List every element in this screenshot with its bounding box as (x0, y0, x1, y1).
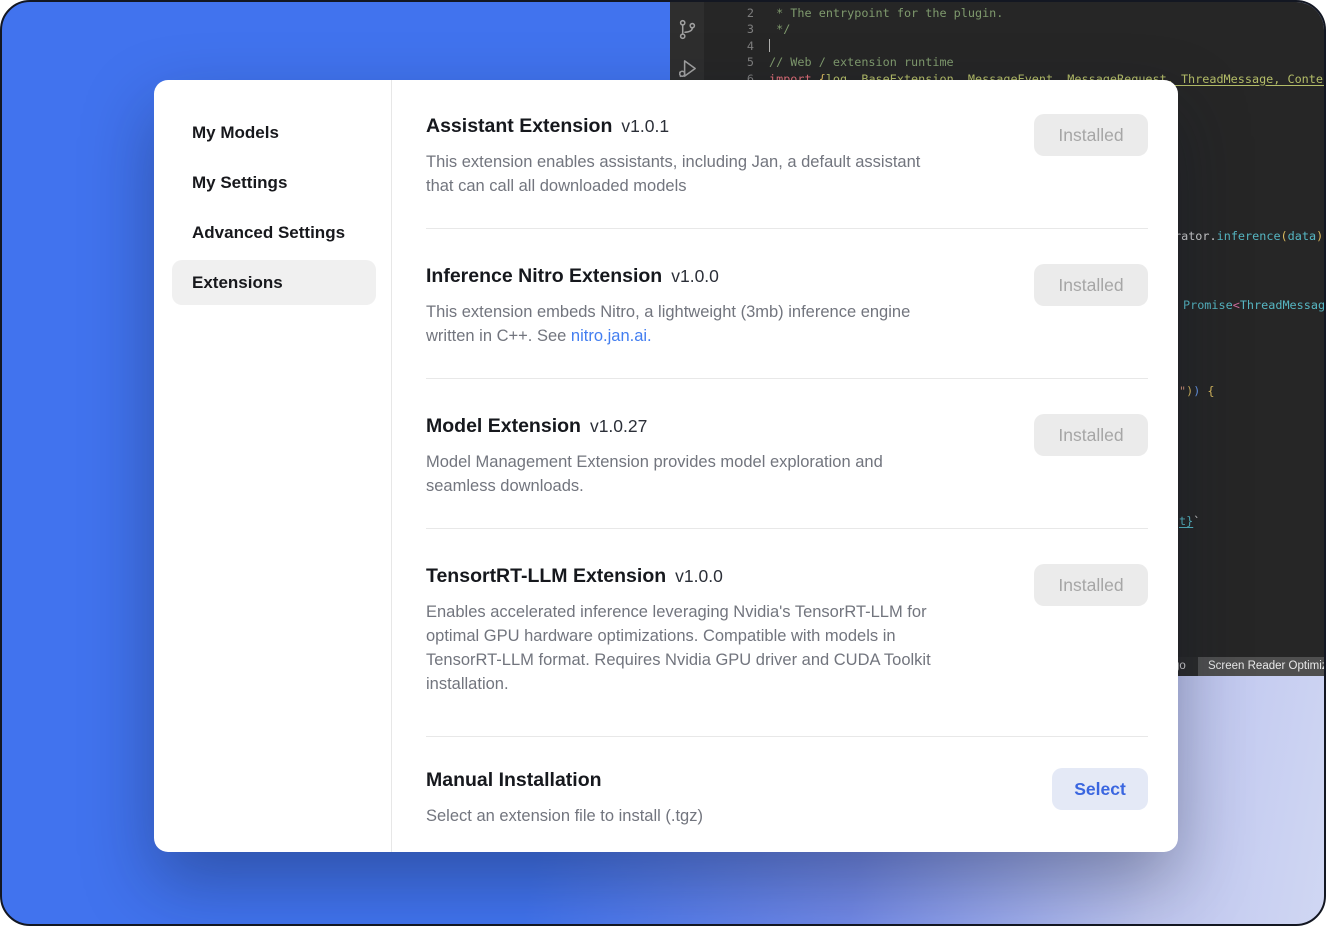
description-line: This extension embeds Nitro, a lightweig… (426, 300, 1011, 324)
code-fragment: Promise<ThreadMessage> (1183, 298, 1326, 312)
code-text: data (1288, 229, 1316, 243)
description-line: Model Management Extension provides mode… (426, 450, 1011, 474)
extension-description: Select an extension file to install (.tg… (426, 804, 1011, 828)
extension-description: This extension enables assistants, inclu… (426, 150, 1011, 198)
installed-button[interactable]: Installed (1034, 114, 1148, 156)
extension-title-line: Assistant Extension v1.0.1 (426, 113, 1011, 139)
description-line: This extension enables assistants, inclu… (426, 150, 1011, 174)
extension-name: TensortRT-LLM Extension (426, 563, 666, 589)
extension-version: v1.0.0 (671, 266, 719, 287)
extension-row-model: Model Extension v1.0.27 Model Management… (426, 379, 1148, 529)
description-line: TensorRT-LLM format. Requires Nvidia GPU… (426, 648, 1011, 672)
extension-title-line: Manual Installation (426, 767, 1011, 793)
extension-row-assistant: Assistant Extension v1.0.1 This extensio… (426, 80, 1148, 229)
code-comment: // Web / extension runtime (769, 54, 954, 70)
extension-info: Manual Installation Select an extension … (426, 767, 1011, 828)
extension-version: v1.0.0 (675, 566, 723, 587)
code-text: ` (1193, 514, 1200, 528)
extension-info: Inference Nitro Extension v1.0.0 This ex… (426, 263, 1011, 348)
sidebar-item-advanced-settings[interactable]: Advanced Settings (172, 210, 376, 255)
code-text: < (1233, 298, 1240, 312)
description-line: that can call all downloaded models (426, 174, 1011, 198)
extension-name: Model Extension (426, 413, 581, 439)
extensions-list: Assistant Extension v1.0.1 This extensio… (392, 80, 1178, 852)
extension-row-inference-nitro: Inference Nitro Extension v1.0.0 This ex… (426, 229, 1148, 379)
code-text: { (1200, 384, 1214, 398)
extension-row-tensorrt-llm: TensortRT-LLM Extension v1.0.0 Enables a… (426, 529, 1148, 737)
description-line: optimal GPU hardware optimizations. Comp… (426, 624, 1011, 648)
extension-title-line: Model Extension v1.0.27 (426, 413, 1011, 439)
code-text: ThreadMessage (1240, 298, 1326, 312)
code-comment: */ (769, 21, 790, 37)
extension-description: Enables accelerated inference leveraging… (426, 600, 1011, 696)
text-cursor (769, 39, 770, 52)
code-fragment: rator.inference(data)); (1174, 229, 1326, 243)
line-number: 3 (704, 21, 769, 37)
settings-sidebar: My Models My Settings Advanced Settings … (154, 80, 392, 852)
extension-title-line: TensortRT-LLM Extension v1.0.0 (426, 563, 1011, 589)
installed-button[interactable]: Installed (1034, 264, 1148, 306)
extension-row-manual-installation: Manual Installation Select an extension … (426, 737, 1148, 852)
code-text: t} (1179, 514, 1193, 528)
line-number: 4 (704, 38, 769, 54)
code-text: inference (1217, 229, 1281, 243)
sidebar-item-my-settings[interactable]: My Settings (172, 160, 376, 205)
code-text: )); (1316, 229, 1326, 243)
nitro-jan-ai-link[interactable]: nitro.jan.ai. (571, 327, 652, 345)
extension-name: Inference Nitro Extension (426, 263, 662, 289)
extension-description: Model Management Extension provides mode… (426, 450, 1011, 498)
code-line: 2 * The entrypoint for the plugin. (704, 5, 1326, 21)
description-line: Enables accelerated inference leveraging… (426, 600, 1011, 624)
installed-button[interactable]: Installed (1034, 414, 1148, 456)
code-text: Promise (1183, 298, 1233, 312)
extension-name: Assistant Extension (426, 113, 612, 139)
extension-info: TensortRT-LLM Extension v1.0.0 Enables a… (426, 563, 1011, 696)
extension-info: Model Extension v1.0.27 Model Management… (426, 413, 1011, 498)
code-line: 3 */ (704, 21, 1326, 37)
description-text: written in C++. See (426, 327, 571, 345)
code-lines: 2 * The entrypoint for the plugin. 3 */ … (704, 5, 1326, 87)
sidebar-item-my-models[interactable]: My Models (172, 110, 376, 155)
installed-button[interactable]: Installed (1034, 564, 1148, 606)
extension-title-line: Inference Nitro Extension v1.0.0 (426, 263, 1011, 289)
description-line: Select an extension file to install (.tg… (426, 804, 1011, 828)
code-comment: * The entrypoint for the plugin. (769, 5, 1003, 21)
extension-description: This extension embeds Nitro, a lightweig… (426, 300, 1011, 348)
description-line: installation. (426, 672, 1011, 696)
description-line: written in C++. See nitro.jan.ai. (426, 324, 1011, 348)
code-fragment: t}` (1179, 514, 1200, 528)
line-number: 2 (704, 5, 769, 21)
app-background: 2 * The entrypoint for the plugin. 3 */ … (0, 0, 1326, 926)
extension-version: v1.0.27 (590, 416, 647, 437)
description-line: seamless downloads. (426, 474, 1011, 498)
extension-version: v1.0.1 (621, 116, 669, 137)
code-text: ( (1281, 229, 1288, 243)
line-number: 5 (704, 54, 769, 70)
extension-name: Manual Installation (426, 767, 602, 793)
code-text: rator. (1174, 229, 1217, 243)
extension-info: Assistant Extension v1.0.1 This extensio… (426, 113, 1011, 198)
code-line: 4 (704, 38, 1326, 54)
code-line: 5 // Web / extension runtime (704, 54, 1326, 70)
screen-reader-status[interactable]: Screen Reader Optimize (1198, 657, 1326, 676)
settings-modal: My Models My Settings Advanced Settings … (154, 80, 1178, 852)
run-and-debug-icon[interactable] (676, 57, 699, 80)
sidebar-item-extensions[interactable]: Extensions (172, 260, 376, 305)
code-fragment: ")) { (1179, 384, 1215, 398)
select-file-button[interactable]: Select (1052, 768, 1148, 810)
source-control-icon[interactable] (676, 18, 699, 41)
